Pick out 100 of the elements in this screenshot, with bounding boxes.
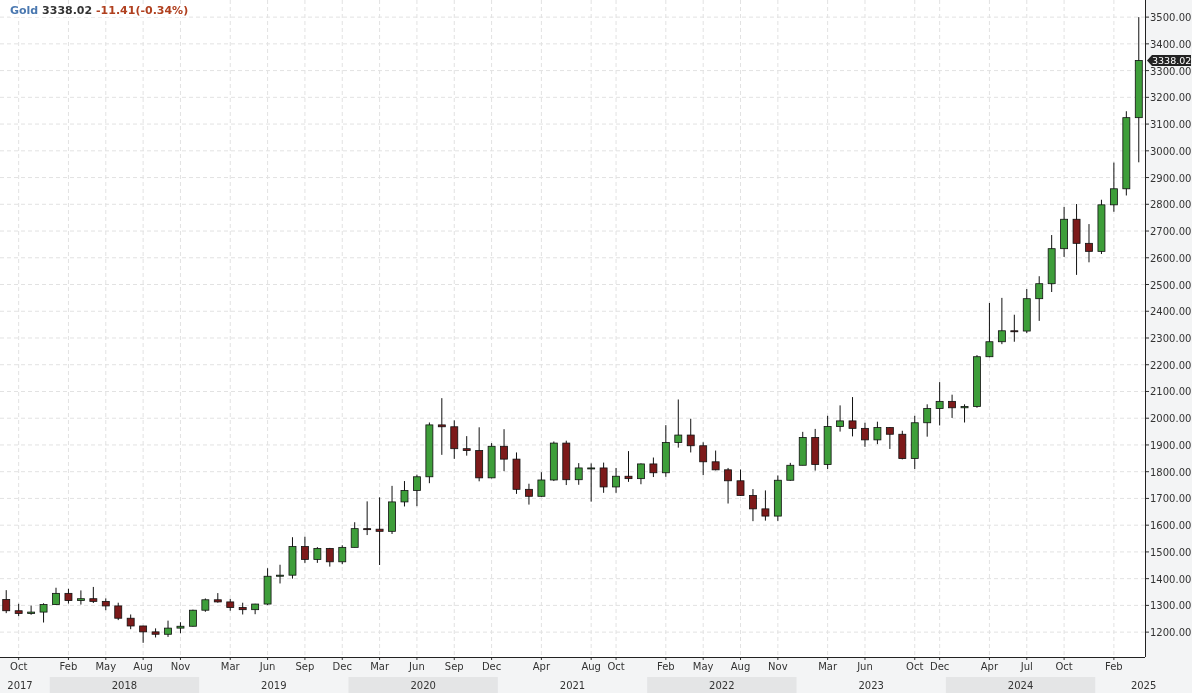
candlestick: [836, 404, 844, 433]
candlestick: [861, 422, 869, 448]
candlestick: [400, 480, 409, 507]
axis-label: 3500.00: [1150, 12, 1192, 24]
candlestick: [848, 396, 857, 437]
axis-label: Jun: [857, 661, 873, 672]
axis-label: Dec: [929, 661, 950, 672]
axis-label: 2900.00: [1150, 172, 1192, 184]
candlestick: [1110, 162, 1118, 213]
candlestick: [599, 462, 608, 494]
axis-label: Feb: [657, 661, 675, 672]
axis-label: 1800.00: [1150, 466, 1192, 478]
candlestick: [462, 435, 471, 457]
last-price-tag: 3338.02: [1147, 54, 1192, 66]
axis-label: Aug: [581, 661, 601, 672]
candlestick: [375, 496, 384, 566]
year-label: 2019: [261, 680, 287, 691]
candlestick: [649, 457, 658, 478]
axis-label: Aug: [133, 661, 153, 672]
candlestick: [151, 627, 160, 638]
candlestick: [885, 426, 894, 450]
axis-label: Jul: [1020, 661, 1033, 672]
candlestick: [761, 489, 770, 522]
year-label: 2022: [709, 680, 735, 691]
candlestick: [301, 536, 309, 564]
candlestick: [537, 471, 546, 498]
candlestick: [437, 397, 446, 456]
candlestick: [487, 442, 496, 479]
axis-label: 1700.00: [1150, 493, 1192, 505]
candlestick: [350, 521, 359, 548]
candlestick: [363, 500, 372, 536]
axis-label: Nov: [170, 661, 191, 672]
candlestick: [711, 450, 720, 471]
candlestick: [126, 614, 135, 630]
axis-label: 2200.00: [1150, 359, 1192, 371]
axis-label: 3300.00: [1150, 65, 1192, 77]
candlestick: [52, 587, 60, 606]
candlestick: [475, 426, 484, 482]
axis-label: 3000.00: [1150, 145, 1192, 157]
year-label: 2020: [410, 680, 436, 691]
candlestick: [288, 536, 297, 580]
axis-label: Oct: [906, 661, 924, 672]
candlestick: [612, 467, 620, 494]
axis-label: May: [95, 661, 117, 672]
candlestick: [425, 422, 434, 484]
candlestick: [64, 588, 73, 604]
axis-label: 1600.00: [1150, 520, 1192, 532]
year-label: 2023: [858, 680, 884, 691]
axis-label: 1200.00: [1150, 627, 1192, 639]
candlestick: [686, 418, 695, 453]
candlestick: [14, 603, 23, 617]
year-label: 2025: [1130, 680, 1157, 691]
axis-label: Sep: [444, 661, 464, 672]
candlestick: [325, 547, 334, 568]
candlestick: [77, 589, 85, 606]
axis-label: 2700.00: [1150, 226, 1192, 238]
candlestick: [960, 403, 969, 423]
axis-label: Mar: [818, 661, 838, 672]
candlestick: [549, 441, 558, 482]
candlestick: [873, 421, 882, 445]
axis-label: 2400.00: [1150, 306, 1192, 318]
axis-label: May: [692, 661, 714, 672]
candlestick: [1085, 223, 1093, 263]
year-label: 2018: [111, 680, 138, 691]
axis-label: 2100.00: [1150, 386, 1192, 398]
axis-label: 1500.00: [1150, 546, 1192, 558]
candlestick: [450, 419, 459, 460]
candlestick: [724, 467, 732, 504]
axis-label: Dec: [332, 661, 352, 672]
axis-label: Apr: [980, 661, 999, 672]
candlestick: [201, 597, 210, 613]
candlestick: [699, 441, 708, 476]
candlestick: [736, 469, 745, 497]
axis-label: Aug: [730, 661, 751, 672]
candlestick: [164, 620, 172, 638]
candlestick: [276, 564, 284, 584]
candlestick: [101, 597, 110, 611]
candlestick: [935, 381, 944, 426]
candlestick: [587, 462, 596, 503]
candlestick: [338, 544, 347, 565]
candlestick: [1022, 288, 1031, 334]
candlestick: [562, 440, 571, 486]
axis-label: 1300.00: [1150, 600, 1192, 612]
candlestick: [637, 462, 645, 485]
axis-label: Jun: [259, 661, 276, 672]
price-change: -11.41(-0.34%): [96, 4, 189, 17]
candlestick: [786, 462, 795, 482]
axis-label: Mar: [220, 661, 240, 672]
axis-label: Oct: [1055, 661, 1073, 672]
candlestick: [910, 415, 919, 470]
candlestick: [1010, 314, 1019, 343]
candlestick: [176, 621, 185, 634]
candlestick: [985, 302, 994, 358]
candlestick: [574, 462, 583, 486]
axis-label: Feb: [59, 661, 78, 672]
axis-label: 3200.00: [1150, 92, 1192, 104]
axis-label: Feb: [1105, 661, 1123, 672]
candlestick: [388, 485, 396, 535]
candlestick: [238, 602, 247, 615]
axis-label: Oct: [607, 661, 625, 672]
